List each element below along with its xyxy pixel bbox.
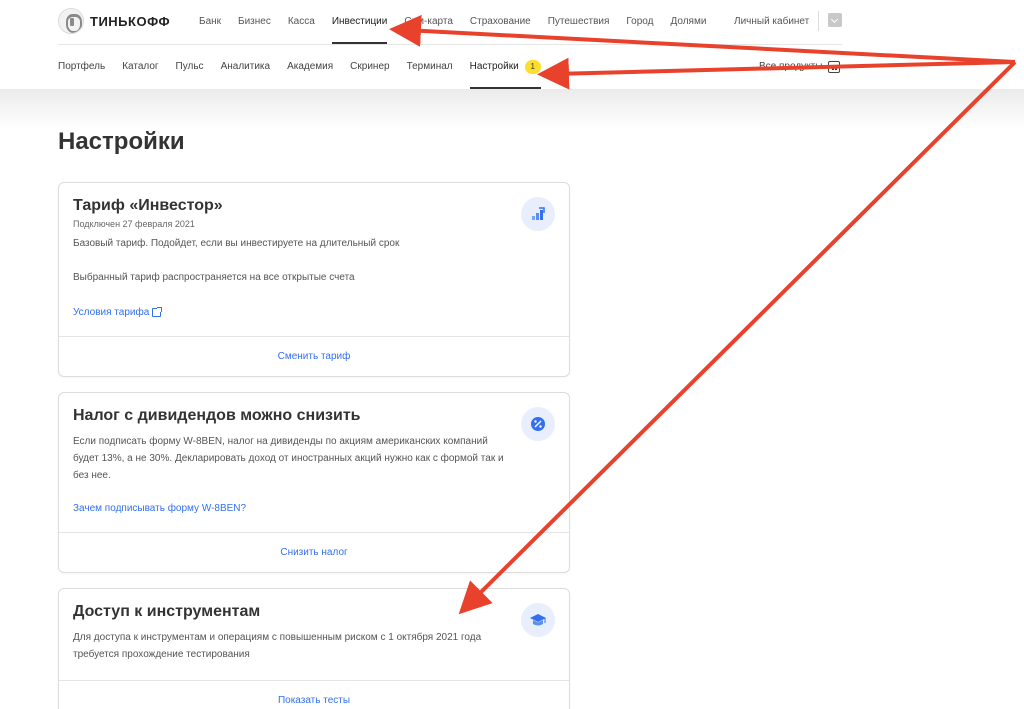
subnav-terminal[interactable]: Терминал	[407, 45, 453, 89]
subnav-analytics[interactable]: Аналитика	[221, 45, 271, 89]
tariff-scope-note: Выбранный тариф распространяется на все …	[73, 272, 355, 283]
subnav-settings[interactable]: Настройки 1	[469, 45, 541, 89]
tariff-terms-label: Условия тарифа	[73, 307, 150, 318]
header-divider	[818, 11, 819, 31]
header-shadow-band	[0, 89, 1024, 129]
all-products-label: Все продукты	[759, 61, 823, 72]
change-tariff-button[interactable]: Сменить тариф	[59, 336, 569, 376]
tariff-card: Тариф «Инвестор» Подключен 27 февраля 20…	[58, 182, 570, 377]
tariff-description: Базовый тариф. Подойдет, если вы инвести…	[73, 238, 400, 249]
subnav-screener[interactable]: Скринер	[350, 45, 389, 89]
all-products-link[interactable]: Все продукты	[759, 45, 841, 89]
top-nav-insurance[interactable]: Страхование	[470, 0, 531, 44]
subnav-pulse[interactable]: Пульс	[176, 45, 204, 89]
sub-nav: Портфель Каталог Пульс Аналитика Академи…	[58, 45, 558, 89]
w8ben-info-link[interactable]: Зачем подписывать форму W-8BEN?	[73, 503, 246, 514]
access-title: Доступ к инструментам	[73, 603, 261, 620]
top-nav-investments[interactable]: Инвестиции	[331, 0, 387, 44]
external-link-icon	[152, 307, 163, 317]
tax-description: Если подписать форму W-8BEN, налог на ди…	[73, 436, 504, 481]
subnav-settings-label: Настройки	[469, 61, 519, 72]
top-nav-sim-card[interactable]: Сим-карта	[404, 0, 453, 44]
tax-title: Налог с дивидендов можно снизить	[73, 407, 361, 424]
tax-card: Налог с дивидендов можно снизить Если по…	[58, 392, 570, 573]
top-nav-installments[interactable]: Долями	[670, 0, 706, 44]
top-nav-business[interactable]: Бизнес	[238, 0, 271, 44]
top-nav-bank[interactable]: Банк	[199, 0, 221, 44]
top-nav-kassa[interactable]: Касса	[288, 0, 315, 44]
logo-text: ТИНЬКОФФ	[90, 13, 171, 29]
access-description: Для доступа к инструментам и операциям с…	[73, 632, 482, 660]
top-nav: Банк Бизнес Касса Инвестиции Сим-карта С…	[199, 0, 723, 44]
reduce-tax-button[interactable]: Снизить налог	[59, 532, 569, 572]
subnav-portfolio[interactable]: Портфель	[58, 45, 105, 89]
tariff-title: Тариф «Инвестор»	[73, 197, 223, 214]
tariff-terms-link[interactable]: Условия тарифа	[73, 307, 163, 318]
top-nav-city[interactable]: Город	[626, 0, 653, 44]
chevron-down-icon[interactable]	[828, 13, 842, 27]
account-link[interactable]: Личный кабинет	[734, 0, 809, 44]
tariff-subtitle: Подключен 27 февраля 2021	[73, 219, 195, 229]
notification-badge: 1	[524, 60, 541, 74]
show-tests-button[interactable]: Показать тесты	[59, 680, 569, 709]
coat-of-arms-icon	[58, 8, 84, 34]
page-title: Настройки	[58, 128, 185, 155]
grid-icon	[828, 61, 841, 73]
logo[interactable]: ТИНЬКОФФ	[58, 8, 170, 34]
top-header: ТИНЬКОФФ Банк Бизнес Касса Инвестиции Си…	[0, 0, 1024, 44]
chart-up-icon	[521, 197, 555, 231]
subnav-catalog[interactable]: Каталог	[122, 45, 158, 89]
top-nav-travel[interactable]: Путешествия	[548, 0, 610, 44]
graduation-cap-icon	[521, 603, 555, 637]
access-card: Доступ к инструментам Для доступа к инст…	[58, 588, 570, 709]
percent-icon	[521, 407, 555, 441]
subnav-academy[interactable]: Академия	[287, 45, 333, 89]
